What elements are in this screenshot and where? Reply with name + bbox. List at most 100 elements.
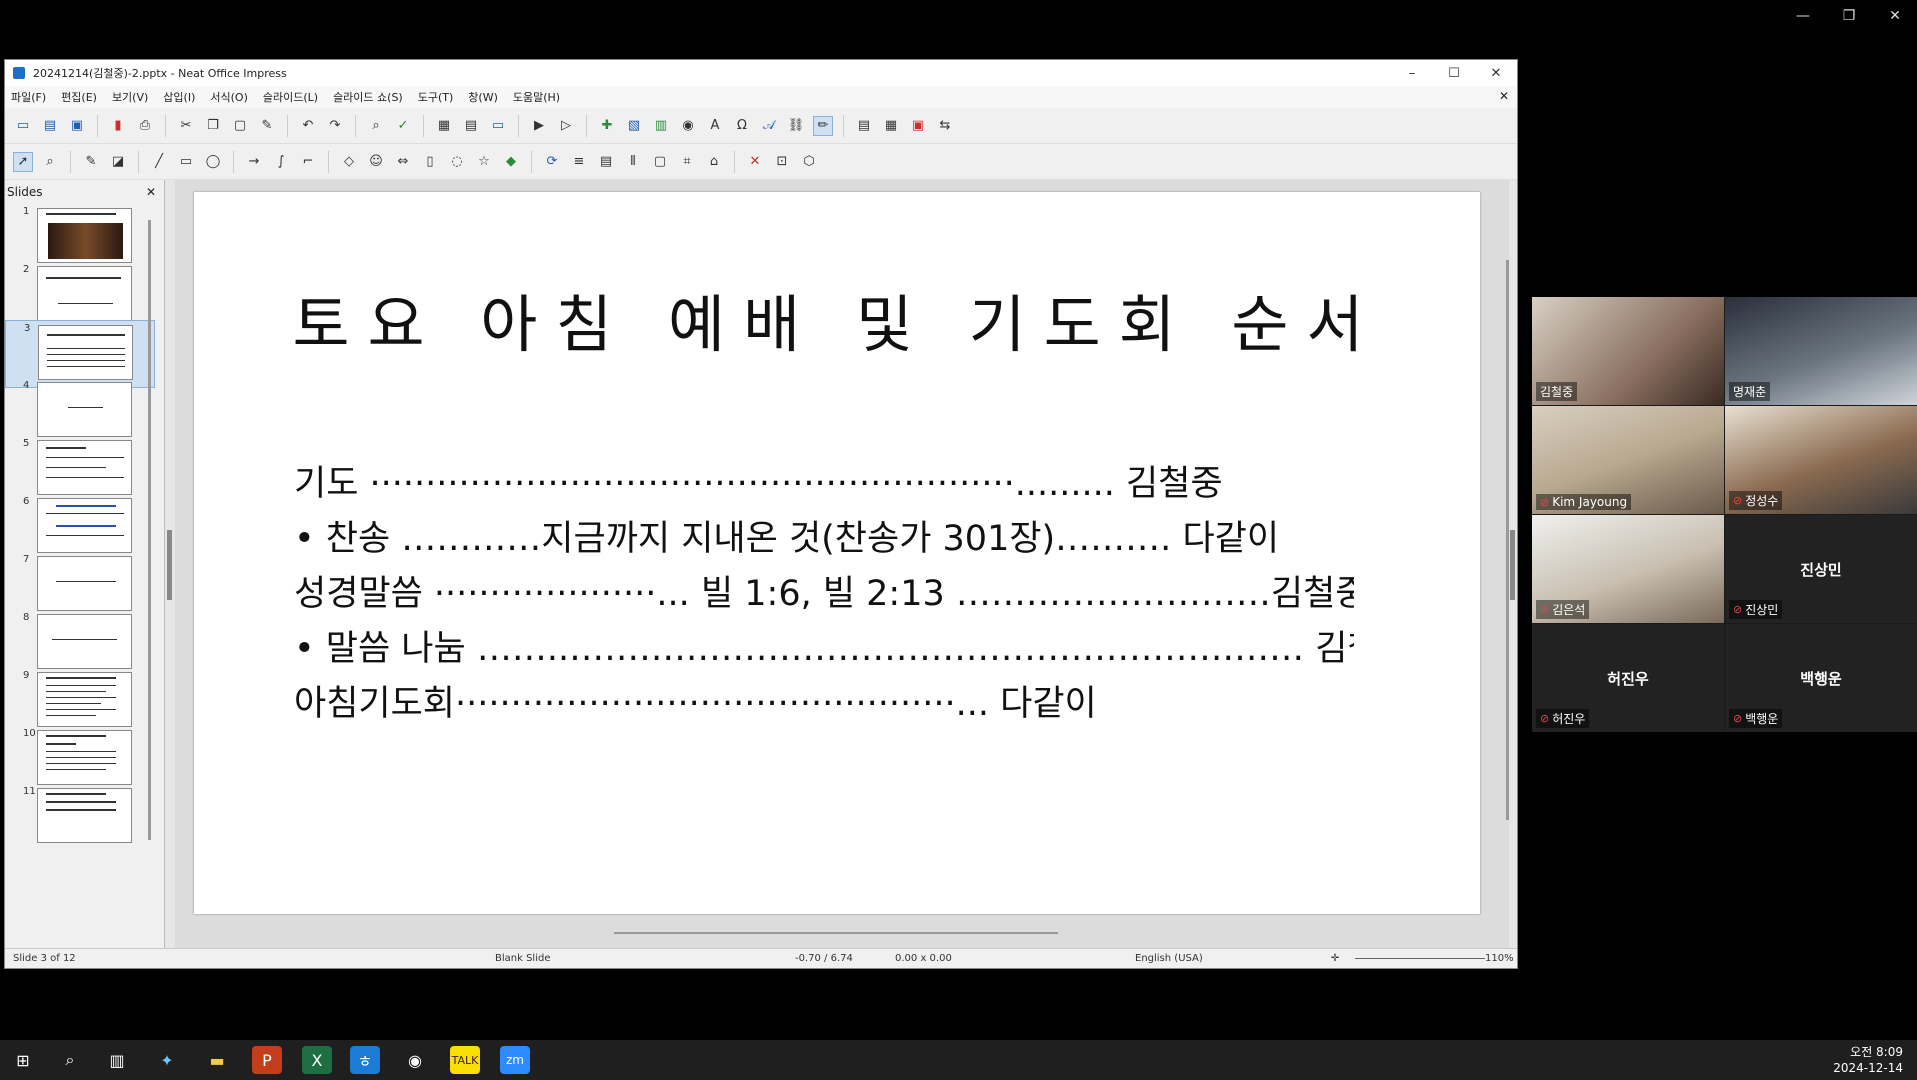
menu-slide[interactable]: 슬라이드(L)	[263, 89, 318, 105]
open-folder-icon[interactable]: ▤	[40, 116, 60, 136]
horizontal-scrollbar[interactable]	[614, 932, 1058, 934]
menu-window[interactable]: 창(W)	[468, 89, 498, 105]
share-minimize-button[interactable]: —	[1793, 8, 1813, 24]
new-document-icon[interactable]: ▭	[13, 116, 33, 136]
cut-icon[interactable]: ✂	[176, 116, 196, 136]
start-current-slide-icon[interactable]: ▷	[556, 116, 576, 136]
undo-icon[interactable]: ↶	[298, 116, 318, 136]
toggle-extrusion-icon[interactable]: ⬡	[799, 152, 819, 172]
search-icon[interactable]: ⌕	[55, 1046, 85, 1074]
powerpoint-icon[interactable]: P	[252, 1046, 282, 1074]
callouts-icon[interactable]: ◌	[447, 152, 467, 172]
menu-tools[interactable]: 도구(T)	[418, 89, 454, 105]
slides-pane-scrollbar[interactable]	[148, 220, 151, 840]
image-icon[interactable]: ▧	[624, 116, 644, 136]
current-slide[interactable]: 토요 아침 예배 및 기도회 순서 기도 ···················…	[194, 192, 1480, 914]
arrow-line-icon[interactable]: →	[244, 152, 264, 172]
insert-table-icon[interactable]: ▦	[881, 116, 901, 136]
align-icon[interactable]: ≡	[569, 152, 589, 172]
copy-icon[interactable]: ❐	[203, 116, 223, 136]
line-color-icon[interactable]: ✎	[81, 152, 101, 172]
participant-tile[interactable]: 명재춘	[1725, 297, 1917, 405]
participant-tile[interactable]: 김철중	[1532, 297, 1724, 405]
kakaotalk-icon[interactable]: TALK	[450, 1046, 480, 1074]
chrome-icon[interactable]: ◉	[400, 1046, 430, 1074]
fit-slide-icon[interactable]: ✛	[1325, 953, 1345, 964]
zoom-status[interactable]: 110%	[1485, 953, 1514, 964]
menu-help[interactable]: 도움말(H)	[513, 89, 560, 105]
hyperlink-icon[interactable]: ⛓	[786, 116, 806, 136]
maximize-button[interactable]: ☐	[1433, 66, 1475, 81]
sidebar-splitter[interactable]	[1509, 180, 1517, 949]
slide-thumbnail[interactable]: 11	[5, 784, 155, 852]
close-document-button[interactable]: ✕	[1499, 89, 1509, 103]
arrange-icon[interactable]: ▤	[596, 152, 616, 172]
participant-tile[interactable]: 진상민 ⊘ 진상민	[1725, 515, 1917, 623]
3d-objects-icon[interactable]: ◆	[501, 152, 521, 172]
slide-body[interactable]: 기도 ·····································…	[294, 457, 1354, 732]
splitter-grip[interactable]	[167, 530, 172, 600]
basic-shapes-icon[interactable]: ◇	[339, 152, 359, 172]
chart-icon[interactable]: ▥	[651, 116, 671, 136]
flowchart-icon[interactable]: ▯	[420, 152, 440, 172]
menu-insert[interactable]: 삽입(I)	[163, 89, 195, 105]
zoom-slider[interactable]	[1355, 958, 1485, 959]
print-icon[interactable]: ⎙	[135, 116, 155, 136]
shadow-icon[interactable]: ▢	[650, 152, 670, 172]
slide-transition-icon[interactable]: ⇆	[935, 116, 955, 136]
stars-icon[interactable]: ☆	[474, 152, 494, 172]
hancom-icon[interactable]: ㅎ	[350, 1046, 380, 1074]
grid-icon[interactable]: ▦	[434, 116, 454, 136]
save-icon[interactable]: ▣	[67, 116, 87, 136]
copilot-icon[interactable]: ✦	[152, 1046, 182, 1074]
text-box-icon[interactable]: A	[705, 116, 725, 136]
find-replace-icon[interactable]: ⌕	[366, 116, 386, 136]
line-icon[interactable]: ╱	[149, 152, 169, 172]
display-views-icon[interactable]: ▤	[461, 116, 481, 136]
share-close-button[interactable]: ✕	[1885, 8, 1905, 24]
participant-tile[interactable]: 허진우 ⊘ 허진우	[1532, 624, 1724, 732]
share-restore-button[interactable]: ❐	[1839, 8, 1859, 24]
windows-icon[interactable]: ⊞	[8, 1046, 38, 1074]
rotate-icon[interactable]: ⟳	[542, 152, 562, 172]
paste-icon[interactable]: ▢	[230, 116, 250, 136]
participant-tile[interactable]: ⊘ 김은석	[1532, 515, 1724, 623]
participant-tile[interactable]: ⊘ Kim Jayoung	[1532, 406, 1724, 514]
language-status[interactable]: English (USA)	[1135, 953, 1203, 964]
menu-format[interactable]: 서식(O)	[210, 89, 247, 105]
pane-splitter[interactable]	[165, 180, 175, 949]
rectangle-icon[interactable]: ▭	[176, 152, 196, 172]
slide-title[interactable]: 토요 아침 예배 및 기도회 순서	[194, 274, 1480, 364]
fill-color-icon[interactable]: ◪	[108, 152, 128, 172]
fontwork-icon[interactable]: 𝒜	[759, 116, 779, 136]
redo-icon[interactable]: ↷	[325, 116, 345, 136]
menu-slideshow[interactable]: 슬라이드 쇼(S)	[333, 89, 403, 105]
new-slide-icon[interactable]: ✚	[597, 116, 617, 136]
participant-tile[interactable]: ⊘ 정성수	[1725, 406, 1917, 514]
system-clock[interactable]: 오전 8:09 2024-12-14	[1833, 1044, 1903, 1076]
zoom-icon[interactable]: zm	[500, 1046, 530, 1074]
menu-file[interactable]: 파일(F)	[11, 89, 46, 105]
symbol-shapes-icon[interactable]: ☺	[366, 152, 386, 172]
ellipse-icon[interactable]: ◯	[203, 152, 223, 172]
close-button[interactable]: ✕	[1475, 66, 1517, 81]
spelling-icon[interactable]: ✓	[393, 116, 413, 136]
group-icon[interactable]: ▤	[854, 116, 874, 136]
distribute-icon[interactable]: ⫴	[623, 152, 643, 172]
select-pointer-icon[interactable]: ➚	[13, 151, 33, 172]
participant-tile[interactable]: 백행운 ⊘ 백행운	[1725, 624, 1917, 732]
block-arrows-icon[interactable]: ⇔	[393, 152, 413, 172]
draw-function-icon[interactable]: ✏	[813, 115, 833, 136]
delete-icon[interactable]: ▣	[908, 116, 928, 136]
connector-icon[interactable]: ⌐	[298, 152, 318, 172]
curve-icon[interactable]: ∫	[271, 152, 291, 172]
splitter-grip[interactable]	[1510, 530, 1515, 600]
menu-edit[interactable]: 편집(E)	[61, 89, 97, 105]
crop-icon[interactable]: ⌗	[677, 152, 697, 172]
minimize-button[interactable]: –	[1391, 66, 1433, 81]
special-character-icon[interactable]: Ω	[732, 116, 752, 136]
export-pdf-icon[interactable]: ▮	[108, 116, 128, 136]
start-first-slide-icon[interactable]: ▶	[529, 116, 549, 136]
task-view-icon[interactable]: ▥	[102, 1046, 132, 1074]
points-icon[interactable]: ✕	[745, 152, 765, 172]
